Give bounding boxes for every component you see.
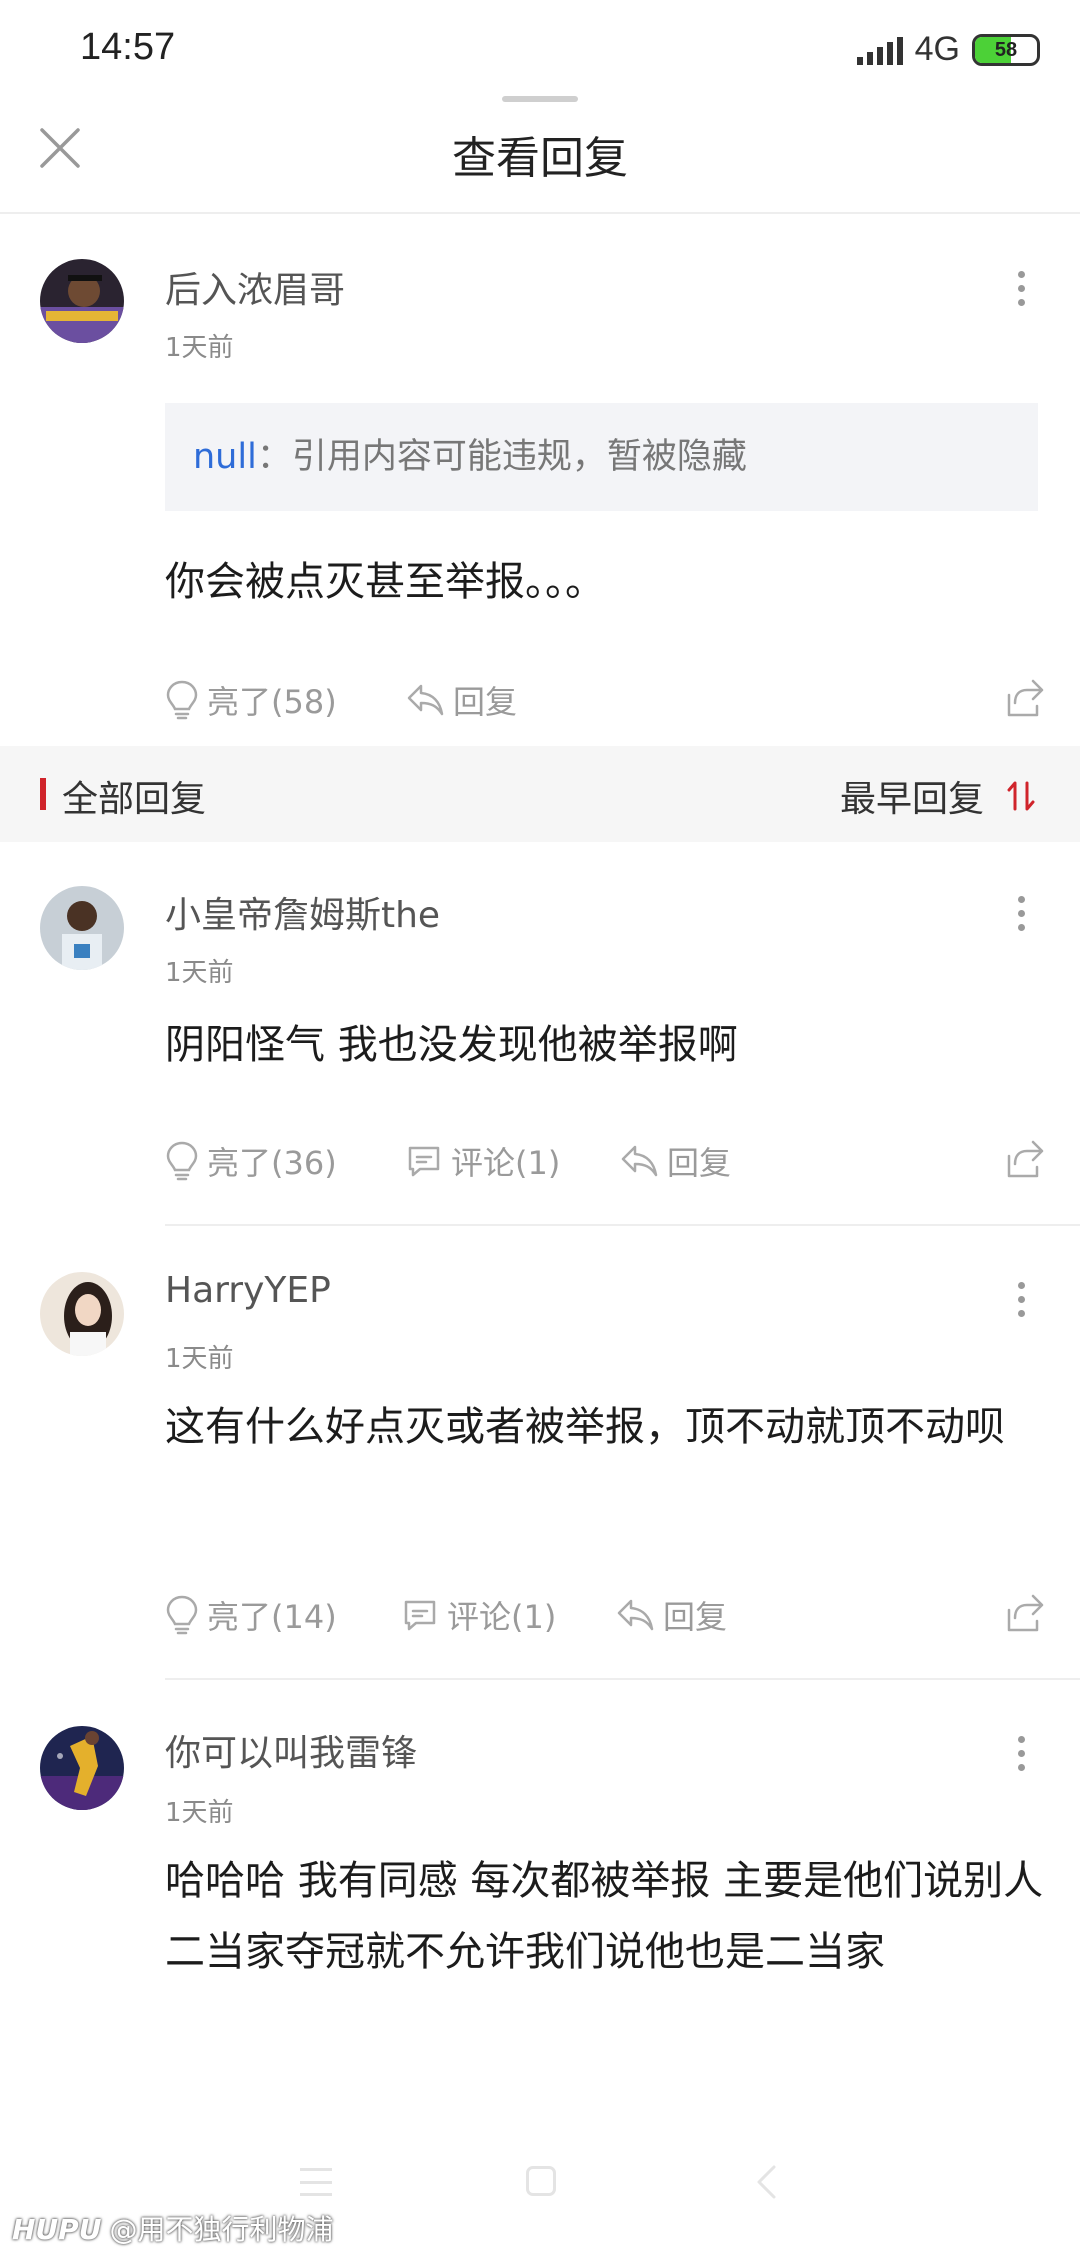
username[interactable]: 小皇帝詹姆斯the — [165, 886, 440, 938]
back-icon[interactable] — [754, 2164, 778, 2204]
reply-label: 回复 — [453, 683, 518, 721]
menu-icon[interactable] — [300, 2168, 332, 2196]
reply-item: 你可以叫我雷锋 1天前 哈哈哈 我有同感 每次都被举报 主要是他们说别人二当家夺… — [0, 1682, 1080, 2122]
avatar[interactable] — [40, 1272, 124, 1356]
reply-item: 小皇帝詹姆斯the 1天前 阴阳怪气 我也没发现他被举报啊 亮了(36) 评论(… — [0, 842, 1080, 1228]
watermark-logo: HUPU — [12, 2213, 102, 2246]
username[interactable]: 你可以叫我雷锋 — [165, 1724, 417, 1776]
comment-count: 评论(1) — [451, 1144, 561, 1182]
sort-label: 最早回复 — [839, 779, 984, 820]
comment-icon — [404, 1600, 436, 1631]
like-count: 亮了(58) — [207, 683, 337, 721]
username[interactable]: HarryYEP — [165, 1270, 331, 1311]
avatar[interactable] — [40, 886, 124, 970]
section-title: 全部回复 — [62, 779, 207, 820]
page-title: 查看回复 — [452, 133, 628, 184]
network-type: 4G — [914, 30, 960, 68]
post-time: 1天前 — [165, 1344, 234, 1374]
reply-label: 回复 — [663, 1598, 728, 1636]
reply-item: HarryYEP 1天前 这有什么好点灭或者被举报，顶不动就顶不动呗 亮了(14… — [0, 1228, 1080, 1682]
post-actions: 亮了(58) 回复 — [165, 677, 1045, 727]
post-actions: 亮了(36) 评论(1) 回复 — [165, 1138, 1045, 1188]
reply-button[interactable]: 回复 — [619, 1138, 731, 1184]
like-button[interactable]: 亮了(58) — [165, 677, 337, 723]
post-time: 1天前 — [165, 958, 234, 988]
signal-icon — [856, 35, 903, 65]
replies-section-header: 全部回复 最早回复 — [0, 746, 1080, 842]
lightbulb-icon — [166, 1595, 198, 1635]
more-icon[interactable] — [1014, 271, 1028, 306]
share-icon[interactable] — [1003, 1138, 1045, 1184]
comment-button[interactable]: 评论(1) — [401, 1592, 556, 1638]
battery-percent: 58 — [994, 38, 1018, 61]
quote-text: ：引用内容可能违规，暂被隐藏 — [256, 437, 747, 477]
watermark: HUPU @用不独行利物浦 — [12, 2208, 333, 2248]
share-icon[interactable] — [1003, 1592, 1045, 1638]
post-time: 1天前 — [165, 1798, 234, 1828]
like-count: 亮了(14) — [207, 1598, 337, 1636]
lightbulb-icon — [166, 680, 198, 720]
status-time: 14:57 — [80, 26, 176, 68]
more-icon[interactable] — [1014, 1736, 1028, 1771]
divider — [165, 1224, 1080, 1226]
status-icons: 4G 58 — [856, 30, 1040, 69]
share-icon[interactable] — [1003, 677, 1045, 723]
status-bar: 14:57 4G 58 — [0, 0, 1080, 100]
username[interactable]: 后入浓眉哥 — [165, 261, 345, 313]
like-count: 亮了(36) — [207, 1144, 337, 1182]
post-content: 你会被点灭甚至举报。。。 — [165, 559, 605, 605]
header: 查看回复 — [0, 110, 1080, 214]
avatar[interactable] — [40, 259, 124, 343]
sort-toggle[interactable]: 最早回复 — [840, 770, 1036, 822]
quote-user: null — [193, 437, 257, 477]
post-content: 阴阳怪气 我也没发现他被举报啊 — [165, 1022, 738, 1068]
lightbulb-icon — [166, 1141, 198, 1181]
post-time: 1天前 — [165, 333, 234, 363]
section-accent — [40, 778, 46, 810]
divider — [165, 1678, 1080, 1680]
home-icon[interactable] — [526, 2166, 556, 2196]
quote-block: null：引用内容可能违规，暂被隐藏 — [165, 403, 1038, 511]
comment-button[interactable]: 评论(1) — [405, 1138, 560, 1184]
more-icon[interactable] — [1014, 1282, 1028, 1317]
reply-icon — [407, 684, 444, 716]
like-button[interactable]: 亮了(14) — [165, 1592, 337, 1638]
more-icon[interactable] — [1014, 896, 1028, 931]
reply-icon — [617, 1599, 654, 1631]
post-content: 哈哈哈 我有同感 每次都被举报 主要是他们说别人二当家夺冠就不允许我们说他也是二… — [165, 1858, 1044, 1975]
sheet-drag-handle[interactable] — [502, 96, 578, 102]
reply-button[interactable]: 回复 — [615, 1592, 727, 1638]
sort-icon — [1007, 781, 1035, 811]
reply-icon — [621, 1145, 658, 1177]
comment-icon — [408, 1146, 440, 1177]
watermark-text: @用不独行利物浦 — [109, 2213, 334, 2246]
reply-button[interactable]: 回复 — [405, 677, 517, 723]
comment-count: 评论(1) — [447, 1598, 557, 1636]
main-post: 后入浓眉哥 1天前 null：引用内容可能违规，暂被隐藏 你会被点灭甚至举报。。… — [0, 215, 1080, 746]
reply-label: 回复 — [667, 1144, 732, 1182]
like-button[interactable]: 亮了(36) — [165, 1138, 337, 1184]
post-actions: 亮了(14) 评论(1) 回复 — [165, 1592, 1045, 1642]
battery-icon: 58 — [972, 33, 1040, 66]
avatar[interactable] — [40, 1726, 124, 1810]
post-content: 这有什么好点灭或者被举报，顶不动就顶不动呗 — [165, 1404, 1005, 1450]
